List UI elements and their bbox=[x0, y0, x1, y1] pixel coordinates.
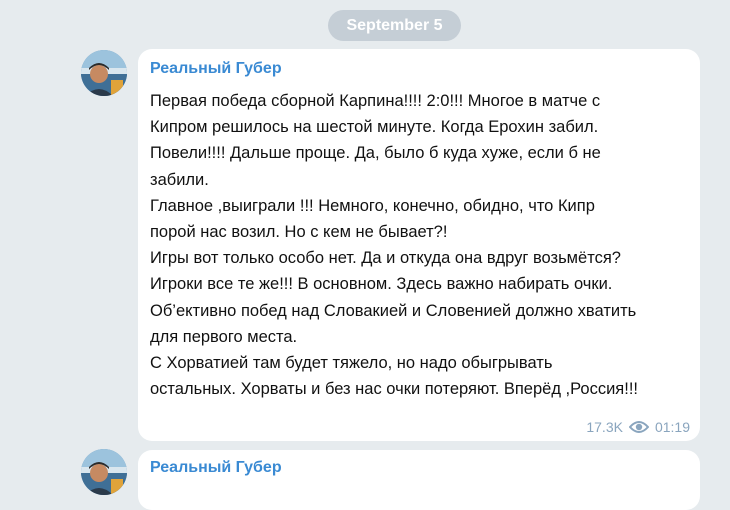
message-line: для первого места. bbox=[150, 327, 298, 346]
message-line: порой нас возил. Но с кем не бывает?! bbox=[150, 223, 448, 242]
view-count: 17.3K bbox=[586, 419, 623, 435]
message-author[interactable]: Реальный Губер bbox=[150, 458, 282, 478]
message-line: Главное ,выиграли !!! Немного, конечно, … bbox=[150, 196, 595, 215]
message-line: остальных. Хорваты и без нас очки потеря… bbox=[150, 380, 638, 399]
message-text: Первая победа сборной Карпина!!!! 2:0!!!… bbox=[150, 88, 698, 402]
eye-icon bbox=[628, 420, 650, 434]
message-bubble: Реальный Губер Первая победа сборной Кар… bbox=[138, 49, 700, 441]
message-line: Об’ективно побед над Словакией и Словени… bbox=[150, 301, 637, 320]
message-line: Первая победа сборной Карпина!!!! 2:0!!!… bbox=[150, 92, 601, 110]
author-avatar[interactable] bbox=[81, 449, 127, 495]
message-line: С Хорватией там будет тяжело, но надо об… bbox=[150, 354, 553, 373]
message-time: 01:19 bbox=[654, 419, 690, 435]
message-meta: 17.3K 01:19 bbox=[586, 419, 690, 435]
message-line: Повели!!!! Дальше проще. Да, было б куда… bbox=[150, 144, 601, 163]
author-avatar[interactable] bbox=[81, 50, 127, 96]
message-line: Игры вот только особо нет. Да и откуда о… bbox=[150, 249, 621, 268]
avatar-photo bbox=[81, 449, 127, 495]
message-bubble: Реальный Губер bbox=[138, 450, 700, 510]
message-line: Кипром решилось на шестой минуте. Когда … bbox=[150, 118, 599, 137]
message-line: Игроки все те же!!! В основном. Здесь ва… bbox=[150, 275, 613, 294]
message-line: забили. bbox=[150, 170, 209, 189]
date-separator: September 5 bbox=[328, 10, 461, 41]
avatar-photo bbox=[81, 50, 127, 96]
message-author[interactable]: Реальный Губер bbox=[150, 59, 282, 79]
